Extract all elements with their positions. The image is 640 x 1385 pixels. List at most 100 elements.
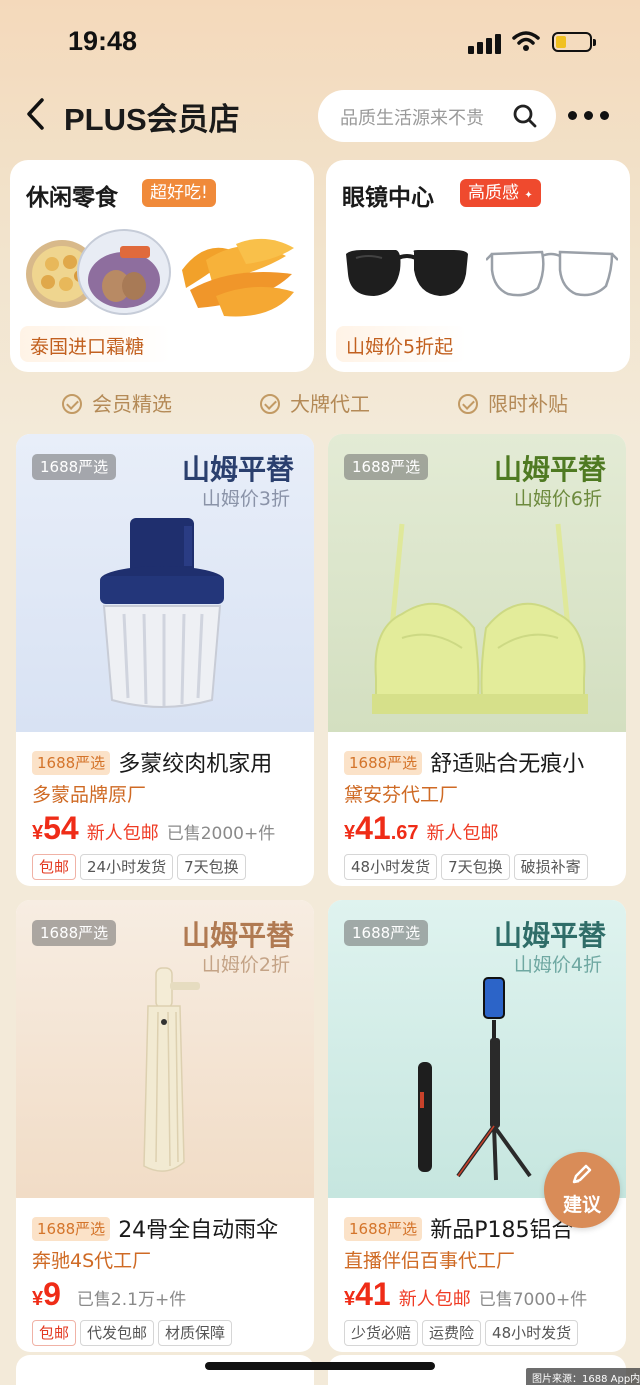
- status-bar: 19:48: [0, 0, 640, 80]
- service-tag: 破损补寄: [513, 854, 588, 880]
- product-price: ¥41.67: [344, 810, 419, 846]
- cookie-tin-image: [26, 229, 171, 315]
- product-card-grinder[interactable]: 1688严选 山姆平替 山姆价3折 1688严选 多蒙绞肉机家用 多蒙品牌原厂 ¥…: [16, 434, 314, 886]
- snacks-card-title: 休闲零食: [26, 185, 118, 211]
- new-user-shipping: 新人包邮: [398, 1289, 471, 1310]
- price-integer: 41: [355, 810, 391, 846]
- price-currency: ¥: [32, 1288, 44, 1310]
- feature-brand-oem: 大牌代工: [260, 388, 370, 420]
- glasses-card-title: 眼镜中心: [342, 185, 434, 211]
- product-name-row: 1688严选 24骨全自动雨伞: [32, 1212, 308, 1242]
- meat-grinder-image: [100, 518, 224, 708]
- service-tag: 包邮: [32, 1320, 77, 1346]
- product-price: ¥41: [344, 1276, 391, 1312]
- yanxuan-label: 1688严选: [344, 751, 423, 775]
- glasses-card-subtitle: 山姆价5折起: [346, 336, 454, 358]
- sam-alternative-headline: 山姆平替: [493, 453, 606, 486]
- suggestion-button[interactable]: 建议: [544, 1152, 620, 1228]
- dried-mango-image: [182, 238, 294, 317]
- check-circle-icon: [458, 394, 478, 414]
- status-time: 19:48: [68, 26, 138, 56]
- search-icon[interactable]: [512, 103, 538, 129]
- suggestion-label: 建议: [562, 1194, 601, 1216]
- product-factory: 多蒙品牌原厂: [32, 784, 147, 806]
- product-factory: 直播伴侣百事代工厂: [344, 1250, 516, 1272]
- price-currency: ¥: [32, 822, 44, 844]
- search-bar[interactable]: 品质生活源来不贵: [318, 90, 556, 142]
- product-image[interactable]: 1688严选 山姆平替 山姆价2折: [16, 900, 314, 1198]
- service-tag: 7天包换: [441, 854, 510, 880]
- product-name-row: 1688严选 舒适贴合无痕小: [344, 746, 620, 776]
- price-row: ¥41.67 新人包邮: [344, 810, 507, 847]
- product-card-selfie-stick[interactable]: 1688严选 山姆平替 山姆价4折 1688严选 新品P185铝合 直播伴侣百事代…: [328, 900, 626, 1352]
- price-currency: ¥: [344, 822, 356, 844]
- product-card-umbrella[interactable]: 1688严选 山姆平替 山姆价2折 1688严选 24骨全自动雨伞 奔驰4S代工厂…: [16, 900, 314, 1352]
- price-decimal: .67: [390, 822, 419, 844]
- sam-alternative-headline: 山姆平替: [181, 453, 294, 486]
- product-name: 24骨全自动雨伞: [118, 1218, 279, 1242]
- bra-image: [372, 523, 588, 714]
- pencil-icon: [572, 1164, 592, 1184]
- more-options-icon[interactable]: [568, 106, 612, 126]
- yanxuan-label: 1688严选: [32, 751, 111, 775]
- yanxuan-label: 1688严选: [344, 1217, 423, 1241]
- product-card-bra[interactable]: 1688严选 山姆平替 山姆价6折 1688严选 舒适贴合无痕小 黛安芬代工厂 ¥…: [328, 434, 626, 886]
- snacks-card-tag: 超好吃!: [142, 179, 216, 207]
- product-image[interactable]: 1688严选 山姆平替 山姆价6折: [328, 434, 626, 732]
- back-arrow-icon[interactable]: [22, 96, 52, 132]
- new-user-shipping: 新人包邮: [86, 823, 159, 844]
- snacks-card[interactable]: 休闲零食 超好吃! 泰国进口霜糖: [10, 160, 314, 372]
- price-integer: 9: [43, 1276, 61, 1312]
- home-indicator[interactable]: [205, 1362, 435, 1370]
- page-title: PLUS会员店: [64, 102, 240, 137]
- feature-label: 大牌代工: [290, 392, 370, 416]
- glasses-card[interactable]: 眼镜中心 高质感 ✦ 山姆价5折起: [326, 160, 630, 372]
- yanxuan-badge: 1688严选: [344, 920, 429, 946]
- sold-count: 已售2.1万+件: [76, 1290, 187, 1310]
- product-image[interactable]: 1688严选 山姆平替 山姆价3折: [16, 434, 314, 732]
- sam-price-ratio: 山姆价4折: [513, 954, 602, 976]
- product-factory: 奔驰4S代工厂: [32, 1250, 152, 1272]
- snacks-card-subtitle: 泰国进口霜糖: [30, 336, 145, 358]
- product-factory: 黛安芬代工厂: [344, 784, 459, 806]
- next-product-card-peek[interactable]: [16, 1355, 314, 1385]
- eyeglasses-image: [486, 250, 618, 297]
- price-row: ¥54 新人包邮 已售2000+件: [32, 810, 275, 847]
- service-tag: 24小时发货: [80, 854, 174, 880]
- umbrella-image: [143, 967, 200, 1172]
- selfie-stick-tripod-image: [418, 977, 532, 1181]
- sold-count: 已售7000+件: [478, 1290, 588, 1310]
- check-circle-icon: [260, 394, 280, 414]
- price-integer: 54: [43, 810, 79, 846]
- product-name-row: 1688严选 多蒙绞肉机家用: [32, 746, 308, 776]
- price-row: ¥41 新人包邮 已售7000+件: [344, 1276, 587, 1313]
- service-tag: 代发包邮: [80, 1320, 155, 1346]
- feature-member-select: 会员精选: [62, 388, 172, 420]
- sam-price-ratio: 山姆价2折: [201, 954, 290, 976]
- service-tags: 48小时发货 7天包换 破损补寄: [344, 854, 592, 880]
- service-tags: 少货必赔 运费险 48小时发货: [344, 1320, 582, 1346]
- yanxuan-badge: 1688严选: [344, 454, 429, 480]
- product-price: ¥9: [32, 1276, 61, 1312]
- service-tag: 48小时发货: [344, 854, 438, 880]
- yanxuan-badge: 1688严选: [32, 920, 117, 946]
- price-row: ¥9 已售2.1万+件: [32, 1276, 186, 1313]
- service-tags: 包邮 24小时发货 7天包换: [32, 854, 250, 880]
- sold-count: 已售2000+件: [166, 824, 276, 844]
- service-tag: 材质保障: [158, 1320, 233, 1346]
- glasses-card-tag-label: 高质感: [468, 183, 519, 203]
- product-name: 多蒙绞肉机家用: [118, 752, 273, 776]
- service-tag: 48小时发货: [485, 1320, 579, 1346]
- sam-price-ratio: 山姆价6折: [513, 488, 602, 510]
- service-tag: 包邮: [32, 854, 77, 880]
- glasses-card-tag: 高质感 ✦: [460, 179, 541, 207]
- service-tags: 包邮 代发包邮 材质保障: [32, 1320, 236, 1346]
- sam-alternative-headline: 山姆平替: [181, 919, 294, 952]
- battery-icon: [552, 32, 596, 52]
- sam-price-ratio: 山姆价3折: [201, 488, 290, 510]
- feature-label: 会员精选: [92, 392, 172, 416]
- feature-limited-subsidy: 限时补贴: [458, 388, 568, 420]
- service-tag: 少货必赔: [344, 1320, 419, 1346]
- price-integer: 41: [355, 1276, 391, 1312]
- service-tag: 运费险: [422, 1320, 482, 1346]
